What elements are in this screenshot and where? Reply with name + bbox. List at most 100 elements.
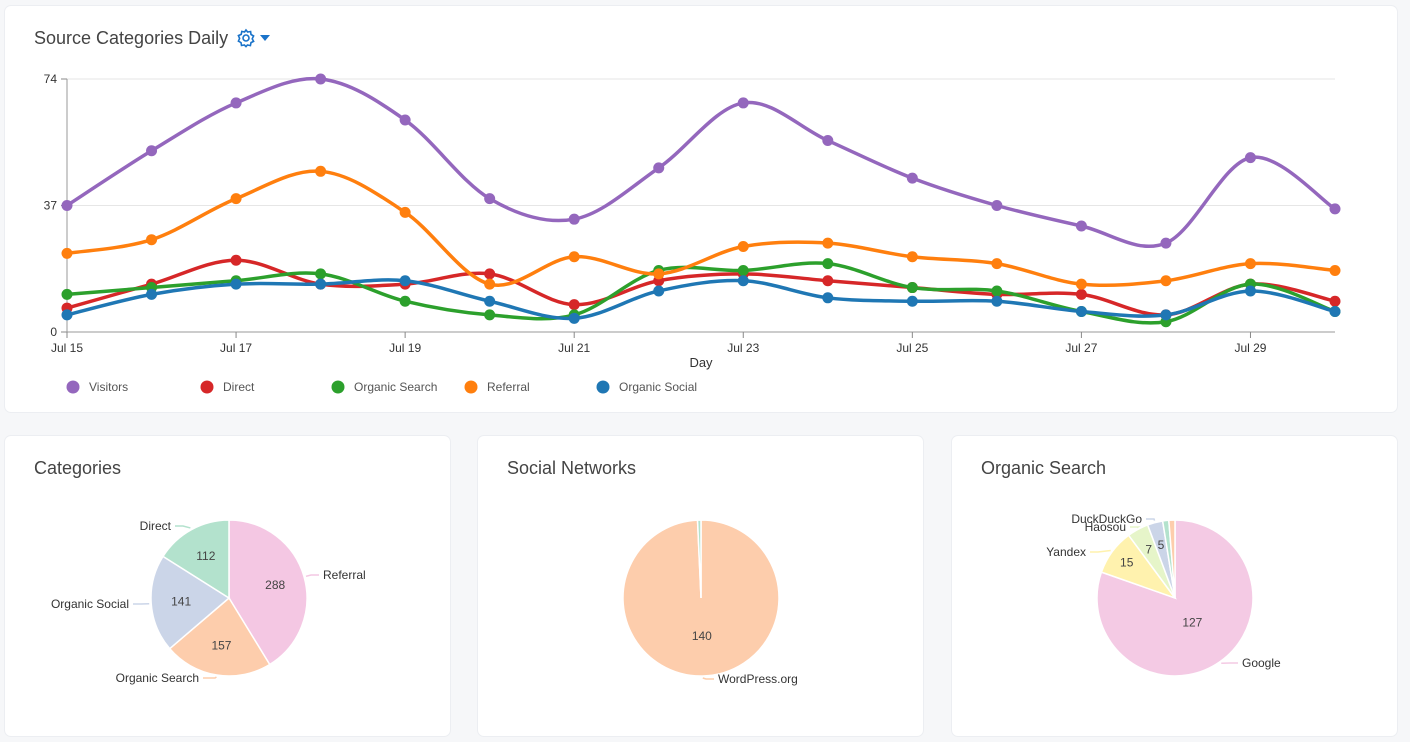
x-tick-label: Jul 21 (558, 341, 590, 355)
y-tick-label: 37 (44, 199, 58, 213)
x-axis-label: Day (689, 355, 713, 370)
data-point-visitors (399, 114, 411, 126)
data-point-organic-social (230, 278, 242, 290)
legend-label: Referral (487, 380, 530, 394)
data-point-organic-social (1075, 305, 1087, 317)
data-point-visitors (1244, 152, 1256, 164)
pie-name-label: Yandex (1046, 545, 1086, 559)
data-point-visitors (230, 97, 242, 109)
x-tick-label: Jul 27 (1065, 341, 1097, 355)
data-point-organic-social (1244, 285, 1256, 297)
pie-value-label: 127 (1182, 615, 1202, 629)
data-point-visitors (1329, 203, 1341, 215)
pie-value-label: 141 (171, 594, 191, 608)
x-tick-label: Jul 17 (220, 341, 252, 355)
legend-marker (331, 380, 345, 394)
data-point-organic-social (906, 295, 918, 307)
data-point-visitors (61, 200, 73, 211)
data-point-referral (146, 234, 158, 246)
organic-search-pie-chart: 127Google15Yandex 7Haosou5DuckDuckGo (1046, 512, 1281, 677)
pie-name-label: Direct (140, 519, 172, 533)
data-point-visitors (1075, 220, 1087, 232)
data-point-referral (568, 251, 580, 263)
series-line-visitors (66, 76, 1336, 249)
social-networks-pie-chart: 140 WordPress.org (622, 519, 798, 686)
data-point-referral (315, 165, 327, 177)
legend-marker (200, 380, 214, 394)
legend-label: Direct (223, 380, 255, 394)
legend-marker (464, 380, 478, 394)
data-point-visitors (484, 193, 496, 205)
data-point-referral (653, 268, 665, 280)
pie-value-label: 288 (265, 578, 285, 592)
data-point-direct (568, 299, 580, 311)
data-point-organic-social (737, 275, 749, 287)
pie-value-label: 5 (1158, 538, 1165, 552)
data-point-organic-search (991, 285, 1003, 297)
legend-marker (596, 380, 610, 394)
data-point-referral (1075, 278, 1087, 290)
data-point-organic-social (653, 285, 665, 297)
data-point-organic-search (906, 282, 918, 294)
data-point-visitors (991, 200, 1003, 211)
data-point-referral (1244, 258, 1256, 270)
data-point-organic-social (484, 295, 496, 307)
data-point-visitors (653, 162, 665, 174)
pie-name-label: DuckDuckGo (1071, 512, 1142, 526)
pie-leader-line (702, 677, 714, 680)
data-point-visitors (906, 172, 918, 184)
data-point-direct (822, 275, 834, 287)
pie-value-label: 15 (1120, 555, 1134, 569)
x-tick-label: Jul 19 (389, 341, 421, 355)
pie-leader-line (175, 525, 191, 529)
x-tick-label: Jul 15 (51, 341, 83, 355)
pie-leader-line (1130, 526, 1141, 529)
categories-card: Categories 288 Referral 157 Organic Search 1… (5, 436, 450, 736)
data-point-organic-search (822, 258, 834, 270)
data-point-organic-social (991, 295, 1003, 307)
data-point-organic-search (484, 309, 496, 321)
data-point-organic-search (315, 268, 327, 280)
data-point-organic-social (315, 278, 327, 290)
pie-leader-line (203, 676, 217, 679)
daily-line-chart: 0 37 74 Jul 15 Jul 17 Jul 19 Jul 21 Jul 23 Jul 2… (44, 72, 1341, 394)
data-point-referral (230, 193, 242, 205)
data-point-organic-search (399, 295, 411, 307)
data-point-direct (1329, 295, 1341, 307)
data-point-direct (230, 254, 242, 266)
x-tick-label: Jul 29 (1234, 341, 1266, 355)
data-point-organic-social (146, 288, 158, 300)
legend-marker (66, 380, 80, 394)
pie-name-label: Google (1242, 656, 1281, 670)
x-tick-label: Jul 25 (896, 341, 928, 355)
data-point-referral (1329, 264, 1341, 276)
data-point-organic-social (61, 309, 73, 321)
legend-item-organic-social[interactable]: Organic Social (596, 380, 698, 394)
data-point-organic-search (737, 264, 749, 276)
pie-value-label: 112 (196, 549, 215, 563)
categories-pie-chart: 288 Referral 157 Organic Search 141 Organic S… (51, 519, 366, 685)
y-tick-label: 74 (44, 72, 58, 86)
legend-label: Organic Search (354, 380, 437, 394)
y-tick-label: 0 (50, 325, 57, 339)
data-point-organic-social (1329, 305, 1341, 317)
data-point-direct (484, 268, 496, 280)
data-point-referral (991, 258, 1003, 270)
pie-value-label: 140 (692, 629, 712, 643)
legend-item-organic-search[interactable]: Organic Search (331, 380, 438, 394)
pie-leader-line (1146, 518, 1156, 521)
data-point-visitors (737, 97, 749, 109)
legend-item-visitors[interactable]: Visitors (66, 380, 129, 394)
pie-value-label: 157 (211, 638, 231, 652)
pie-name-label: Organic Search (116, 671, 199, 685)
source-categories-daily-card: Source Categories Daily 0 37 74 Jul 15 Jul 1… (5, 6, 1397, 412)
data-point-referral (1160, 275, 1172, 287)
data-point-referral (61, 247, 73, 259)
data-point-visitors (822, 135, 834, 147)
legend-item-direct[interactable]: Direct (200, 380, 256, 394)
legend-label: Organic Social (619, 380, 697, 394)
pie-leader-line (1090, 549, 1111, 553)
legend-item-referral[interactable]: Referral (464, 380, 530, 394)
data-point-referral (484, 278, 496, 290)
data-point-organic-social (568, 312, 580, 324)
